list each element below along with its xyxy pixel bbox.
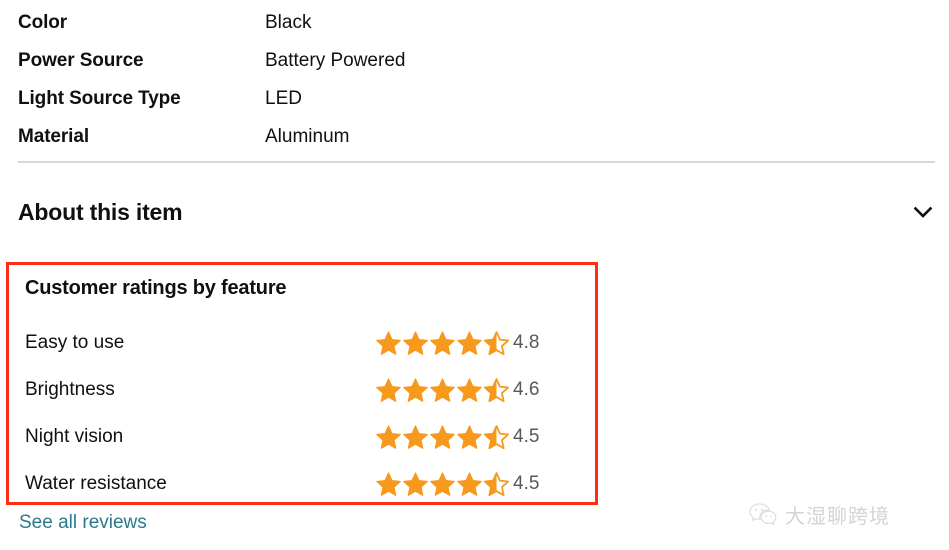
ratings-feature-list: Easy to use 4.8 Brightness 4.6 Night vis… xyxy=(9,319,595,507)
watermark-text: 大湿聊跨境 xyxy=(785,504,890,528)
spec-row: Material Aluminum xyxy=(18,118,918,156)
spec-label: Power Source xyxy=(18,50,144,71)
star-rating-brightness xyxy=(375,377,510,403)
star-half-icon xyxy=(483,424,510,449)
product-specification-table: Color Black Power Source Battery Powered… xyxy=(18,4,918,156)
star-rating-night-vision xyxy=(375,424,510,450)
star-full-icon xyxy=(403,424,428,449)
see-all-reviews-link[interactable]: See all reviews xyxy=(19,512,147,534)
spec-label: Material xyxy=(18,126,90,147)
spec-row: Power Source Battery Powered xyxy=(18,42,918,80)
rating-feature-label: Night vision xyxy=(25,425,124,447)
about-this-item-title: About this item xyxy=(18,198,183,225)
rating-feature-label: Brightness xyxy=(25,378,115,400)
rating-row: Night vision 4.5 xyxy=(9,413,595,460)
star-rating-water-resistance xyxy=(375,471,510,497)
rating-row: Easy to use 4.8 xyxy=(9,319,595,366)
star-rating-easy-to-use xyxy=(375,330,510,356)
star-full-icon xyxy=(376,471,401,496)
rating-feature-label: Water resistance xyxy=(25,472,167,494)
star-full-icon xyxy=(457,330,482,355)
star-full-icon xyxy=(403,471,428,496)
star-full-icon xyxy=(430,424,455,449)
star-half-icon xyxy=(483,471,510,496)
star-full-icon xyxy=(376,377,401,402)
rating-score-value: 4.6 xyxy=(513,378,540,400)
star-full-icon xyxy=(376,330,401,355)
chevron-down-icon[interactable] xyxy=(911,200,935,224)
product-detail-page: Color Black Power Source Battery Powered… xyxy=(0,0,949,550)
star-half-icon xyxy=(483,377,510,402)
about-this-item-section-header[interactable]: About this item xyxy=(18,190,935,234)
spec-value: Black xyxy=(265,12,312,33)
spec-value: Battery Powered xyxy=(265,50,406,71)
star-full-icon xyxy=(457,471,482,496)
star-full-icon xyxy=(430,377,455,402)
star-full-icon xyxy=(457,377,482,402)
spec-label: Light Source Type xyxy=(18,88,181,109)
rating-score-value: 4.8 xyxy=(513,331,540,353)
spec-label: Color xyxy=(18,12,68,33)
star-full-icon xyxy=(430,471,455,496)
star-full-icon xyxy=(457,424,482,449)
spec-value: Aluminum xyxy=(265,126,350,147)
ratings-card-title: Customer ratings by feature xyxy=(25,277,287,299)
spec-value: LED xyxy=(265,88,302,109)
spec-row: Light Source Type LED xyxy=(18,80,918,118)
section-divider xyxy=(18,161,935,163)
rating-feature-label: Easy to use xyxy=(25,331,125,353)
wechat-icon xyxy=(749,502,777,525)
spec-row: Color Black xyxy=(18,4,918,42)
rating-row: Brightness 4.6 xyxy=(9,366,595,413)
rating-score-value: 4.5 xyxy=(513,472,540,494)
star-full-icon xyxy=(403,330,428,355)
wechat-watermark: 大湿聊跨境 xyxy=(748,500,890,529)
rating-row: Water resistance 4.5 xyxy=(9,460,595,507)
star-full-icon xyxy=(376,424,401,449)
star-half-icon xyxy=(483,330,510,355)
star-full-icon xyxy=(430,330,455,355)
customer-ratings-by-feature-card: Customer ratings by feature Easy to use xyxy=(6,262,598,505)
star-full-icon xyxy=(403,377,428,402)
rating-score-value: 4.5 xyxy=(513,425,540,447)
